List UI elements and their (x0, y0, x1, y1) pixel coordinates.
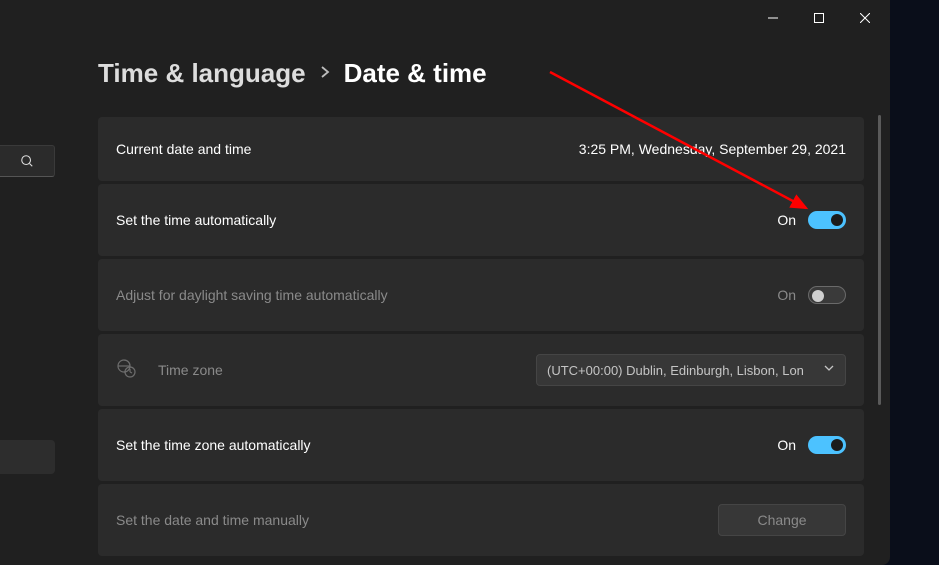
titlebar (0, 0, 890, 36)
breadcrumb-parent[interactable]: Time & language (98, 58, 306, 89)
maximize-button[interactable] (796, 3, 842, 33)
toggle-state-label: On (777, 287, 796, 303)
time-zone-dropdown[interactable]: (UTC+00:00) Dublin, Edinburgh, Lisbon, L… (536, 354, 846, 386)
scrollbar[interactable] (878, 115, 881, 405)
toggle-state-label: On (777, 212, 796, 228)
row-label: Time zone (158, 362, 223, 378)
sidebar-item[interactable] (0, 440, 55, 474)
close-button[interactable] (842, 3, 888, 33)
row-label: Set the date and time manually (116, 512, 309, 528)
page-title: Date & time (344, 58, 487, 89)
chevron-right-icon (320, 63, 330, 84)
row-time-zone: Time zone (UTC+00:00) Dublin, Edinburgh,… (98, 334, 864, 406)
row-label: Adjust for daylight saving time automati… (116, 287, 388, 303)
minimize-button[interactable] (750, 3, 796, 33)
chevron-down-icon (823, 361, 835, 379)
adjust-dst-toggle (808, 286, 846, 304)
current-datetime-value: 3:25 PM, Wednesday, September 29, 2021 (579, 141, 846, 157)
change-button[interactable]: Change (718, 504, 846, 536)
globe-clock-icon (116, 358, 136, 383)
sidebar (0, 0, 55, 565)
row-set-date-time-manually: Set the date and time manually Change (98, 484, 864, 556)
set-time-zone-automatically-toggle[interactable] (808, 436, 846, 454)
search-input[interactable] (0, 145, 55, 177)
row-label: Set the time automatically (116, 212, 276, 228)
toggle-state-label: On (777, 437, 796, 453)
settings-list: Current date and time 3:25 PM, Wednesday… (98, 117, 864, 556)
row-set-time-automatically[interactable]: Set the time automatically On (98, 184, 864, 256)
row-label: Set the time zone automatically (116, 437, 311, 453)
row-set-time-zone-automatically[interactable]: Set the time zone automatically On (98, 409, 864, 481)
dropdown-selected-value: (UTC+00:00) Dublin, Edinburgh, Lisbon, L… (547, 363, 804, 378)
row-adjust-dst: Adjust for daylight saving time automati… (98, 259, 864, 331)
breadcrumb: Time & language Date & time (98, 36, 864, 89)
row-current-datetime: Current date and time 3:25 PM, Wednesday… (98, 117, 864, 181)
set-time-automatically-toggle[interactable] (808, 211, 846, 229)
row-label: Current date and time (116, 141, 251, 157)
